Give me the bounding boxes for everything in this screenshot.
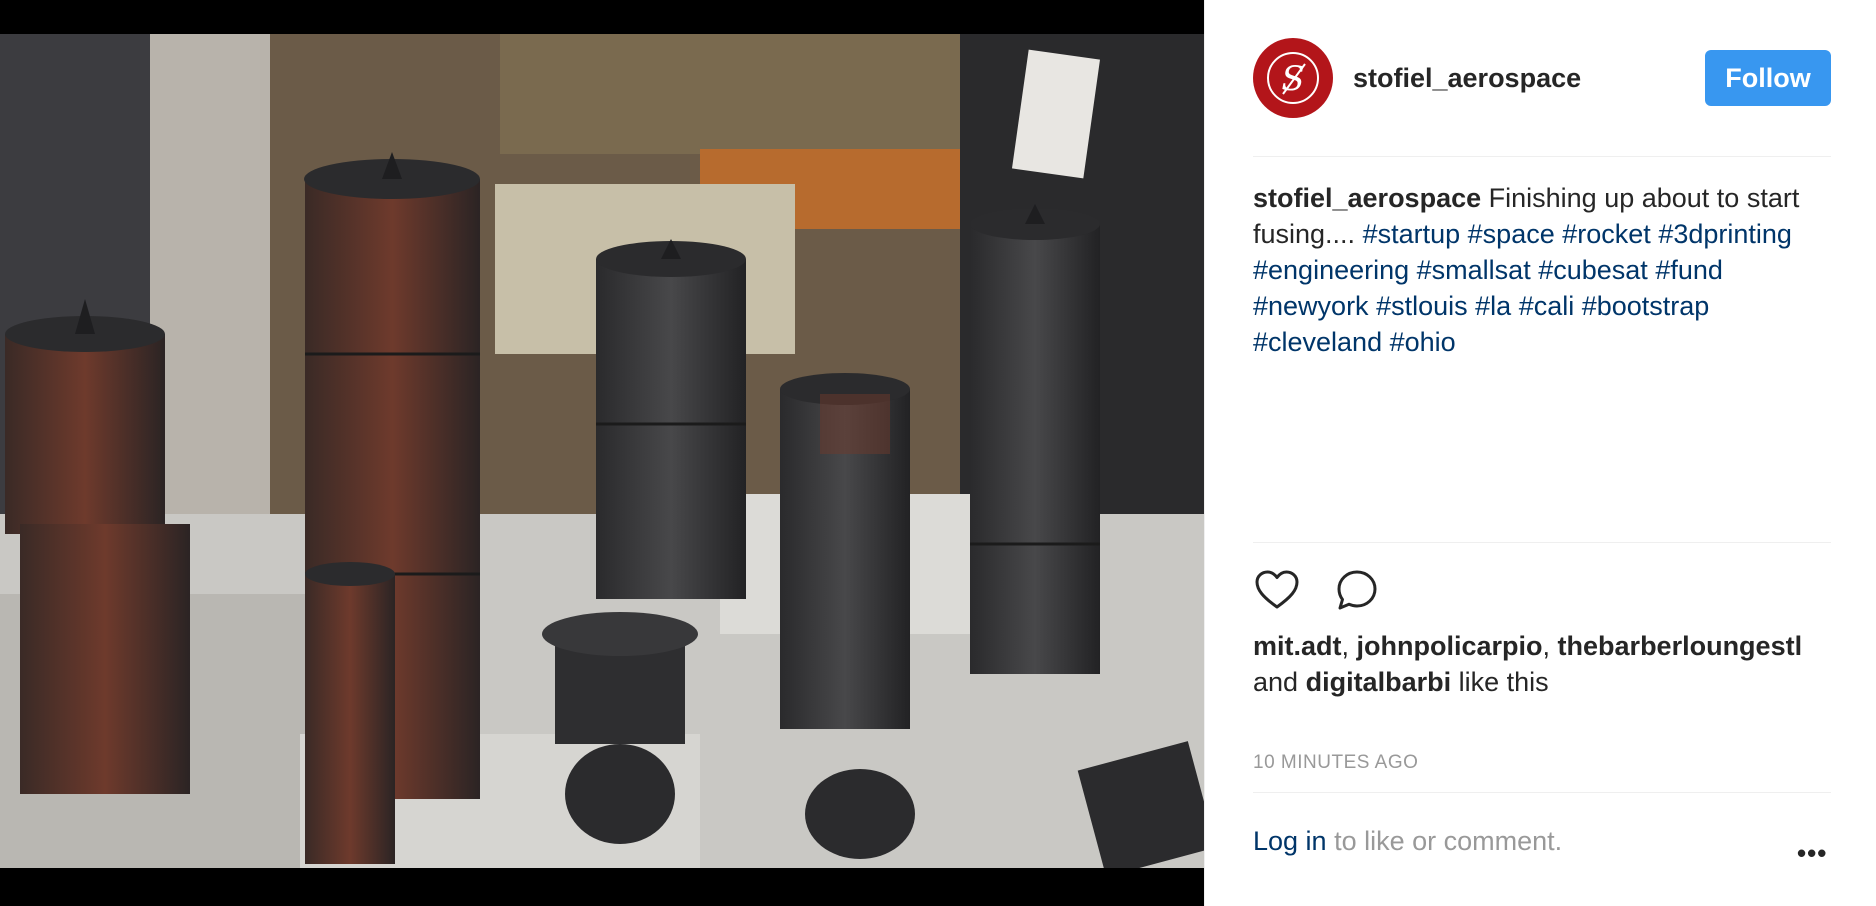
post-caption: stofiel_aerospace Finishing up about to …	[1253, 180, 1831, 360]
login-prompt-text: to like or comment.	[1334, 826, 1563, 856]
caption-author[interactable]: stofiel_aerospace	[1253, 183, 1481, 213]
likes-summary: mit.adt, johnpolicarpio, thebarberlounge…	[1253, 631, 1803, 697]
header-divider	[1253, 156, 1831, 157]
hashtag-link[interactable]: #startup	[1363, 219, 1461, 249]
login-prompt: Log in to like or comment.	[1253, 826, 1562, 857]
hashtag-link[interactable]: #cleveland	[1253, 327, 1382, 357]
hashtag-link[interactable]: #newyork	[1253, 291, 1369, 321]
hashtag-link[interactable]: #3dprinting	[1658, 219, 1792, 249]
liker-name[interactable]: thebarberloungestl	[1558, 631, 1803, 661]
post-actions	[1253, 566, 1381, 614]
hashtag-link[interactable]: #space	[1468, 219, 1555, 249]
hashtag-link[interactable]: #engineering	[1253, 255, 1409, 285]
liker-name[interactable]: johnpolicarpio	[1357, 631, 1543, 661]
post-photo-art	[0, 34, 1204, 868]
stofiel-logo-icon: S	[1267, 52, 1319, 104]
hashtag-link[interactable]: #stlouis	[1376, 291, 1468, 321]
heart-icon[interactable]	[1253, 566, 1301, 614]
liker-name[interactable]: digitalbarbi	[1306, 667, 1452, 697]
post-side-panel: S stofiel_aerospace Follow stofiel_aeros…	[1204, 0, 1876, 906]
hashtag-link[interactable]: #la	[1475, 291, 1511, 321]
likes-and-text: and	[1253, 667, 1299, 697]
follow-button[interactable]: Follow	[1705, 50, 1831, 106]
post-photo	[0, 34, 1204, 868]
hashtag-link[interactable]: #ohio	[1390, 327, 1456, 357]
login-link[interactable]: Log in	[1253, 826, 1327, 856]
caption-divider	[1253, 542, 1831, 543]
comment-icon[interactable]	[1333, 566, 1381, 614]
hashtag-link[interactable]: #cali	[1519, 291, 1575, 321]
hashtag-link[interactable]: #smallsat	[1417, 255, 1531, 285]
post-timestamp[interactable]: 10 MINUTES AGO	[1253, 752, 1418, 774]
footer-divider	[1253, 792, 1831, 793]
hashtag-link[interactable]: #rocket	[1562, 219, 1651, 249]
likes-suffix-text: like this	[1458, 667, 1549, 697]
liker-name[interactable]: mit.adt	[1253, 631, 1342, 661]
more-options-button[interactable]: •••	[1797, 838, 1827, 869]
hashtag-link[interactable]: #fund	[1655, 255, 1723, 285]
hashtag-link[interactable]: #bootstrap	[1582, 291, 1710, 321]
hashtag-link[interactable]: #cubesat	[1538, 255, 1648, 285]
post-header: S stofiel_aerospace Follow	[1253, 36, 1831, 120]
photo-bottom-bar	[0, 868, 1204, 906]
avatar[interactable]: S	[1253, 38, 1333, 118]
username-link[interactable]: stofiel_aerospace	[1353, 63, 1581, 94]
